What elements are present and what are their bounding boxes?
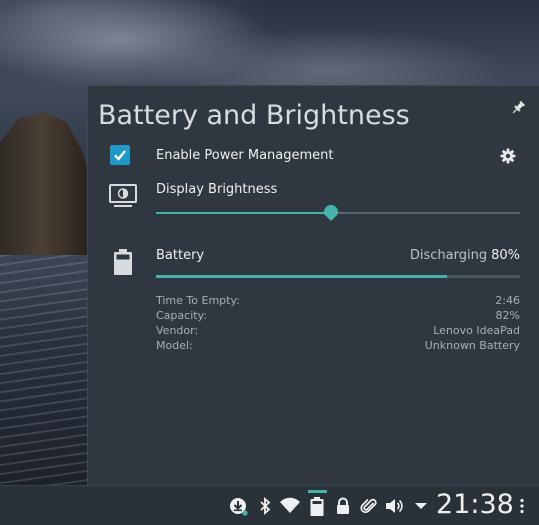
detail-value: Lenovo IdeaPad [433,324,520,337]
detail-value: 2:46 [495,294,520,307]
detail-row-model: Model: Unknown Battery [156,338,520,353]
battery-charge-bar [156,275,520,278]
battery-details: Time To Empty: 2:46 Capacity: 82% Vendor… [156,293,520,353]
battery-icon [113,249,133,276]
battery-brightness-popup: Battery and Brightness Enable Power Mana… [87,85,539,485]
detail-row-vendor: Vendor: Lenovo IdeaPad [156,323,520,338]
clipboard-icon[interactable] [360,497,378,515]
battery-status: Discharging 80% [410,248,520,263]
checkmark-icon [114,150,126,161]
detail-key: Capacity: [156,309,207,322]
bluetooth-icon[interactable] [258,497,276,515]
battery-tray-icon[interactable] [310,497,328,516]
brightness-slider-handle[interactable] [323,204,339,222]
clock[interactable]: 21:38 [436,489,514,520]
detail-row-time-to-empty: Time To Empty: 2:46 [156,293,520,308]
detail-key: Time To Empty: [156,294,240,307]
wallpaper-sea [0,255,92,485]
detail-value: Unknown Battery [424,339,520,352]
display-brightness-label: Display Brightness [156,182,278,197]
brightness-slider-fill [156,212,331,214]
active-tray-indicator [308,490,327,493]
detail-key: Vendor: [156,324,199,337]
pin-icon[interactable] [510,100,526,116]
expand-tray-icon[interactable] [413,497,431,515]
volume-icon[interactable] [385,497,403,515]
battery-percent: 80% [491,248,520,263]
power-management-label[interactable]: Enable Power Management [156,148,334,163]
detail-value: 82% [495,309,520,322]
more-options-icon[interactable] [519,497,525,515]
battery-label: Battery [156,248,205,263]
power-management-checkbox[interactable] [110,145,130,165]
battery-status-text: Discharging [409,248,488,263]
detail-row-capacity: Capacity: 82% [156,308,520,323]
updates-icon[interactable] [229,497,248,516]
bottom-panel: 21:38 [0,485,539,525]
battery-charge-fill [156,275,448,278]
wifi-icon[interactable] [279,497,300,515]
detail-key: Model: [156,339,193,352]
gear-icon[interactable] [500,148,516,164]
lock-icon[interactable] [335,497,353,515]
display-brightness-icon [108,183,138,209]
popup-title: Battery and Brightness [98,100,410,131]
brightness-slider[interactable] [156,204,520,221]
